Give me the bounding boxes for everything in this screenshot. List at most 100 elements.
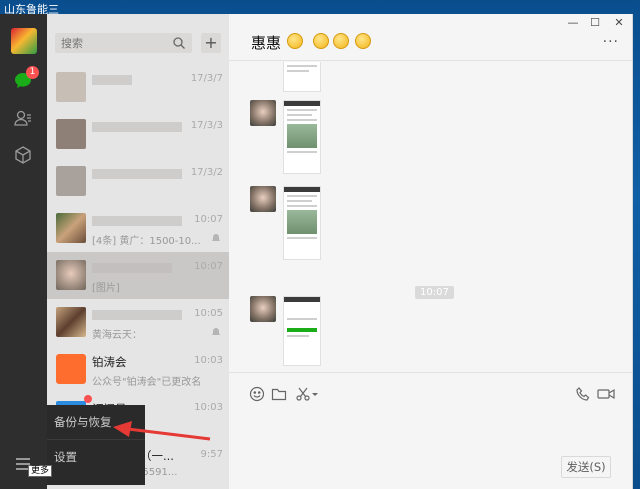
chat-time: 10:03 [194,355,223,366]
chat-time: 10:03 [194,402,223,413]
image-content [287,195,317,197]
image-content [287,151,317,153]
sender-avatar[interactable] [250,100,276,126]
contact-name: 铂涛会 [92,355,127,369]
chat-time: 10:07 [194,214,223,225]
emoji-icon [287,33,303,49]
chat-time: 9:57 [200,449,223,460]
contact-avatar [56,119,86,149]
image-message[interactable] [283,186,321,260]
image-content [287,109,317,111]
chat-preview: 黄海云天： [92,330,142,341]
image-content [287,210,317,234]
contacts-icon [14,110,31,126]
add-chat-button[interactable]: + [201,33,221,53]
annotation-arrow [113,421,211,441]
chat-list-item-selected[interactable]: [图片] 10:07 [47,252,229,299]
contacts-nav-button[interactable] [12,107,34,129]
chat-list-item[interactable]: 17/3/3 [47,111,229,158]
maximize-button[interactable]: ☐ [585,16,605,29]
image-content [287,205,317,207]
image-content [287,237,317,239]
close-button[interactable]: ✕ [609,16,629,29]
chat-time: 10:05 [194,308,223,319]
chat-panel: 惠惠 — ☐ ✕ ··· 10:07 发送(S) [229,14,633,489]
chat-preview: [图片] [92,283,120,294]
message-area[interactable]: 10:07 [229,62,633,372]
emoji-icon [333,33,349,49]
chat-list-item[interactable]: [4条] 黄广：1500-10... 10:07 [47,205,229,252]
group-avatar [56,307,86,337]
image-content [287,200,313,202]
image-content [287,70,309,72]
chat-time: 17/3/2 [190,167,223,178]
image-content [284,297,320,302]
chat-header: 惠惠 — ☐ ✕ ··· [229,14,633,61]
contact-name [92,119,192,133]
image-content [287,328,317,332]
left-nav: 1 [0,14,47,489]
chat-list-item[interactable]: 17/3/2 [47,158,229,205]
minimize-button[interactable]: — [563,16,583,29]
search-box[interactable] [55,33,192,53]
redacted-name [92,168,182,179]
mute-icon [212,234,220,241]
contact-avatar [56,166,86,196]
time-divider: 10:07 [415,286,454,299]
image-message[interactable] [283,100,321,174]
chat-preview: 公众号"铂涛会"已更改名... [92,377,202,388]
chat-list-item[interactable]: 铂涛会 公众号"铂涛会"已更改名... 10:03 [47,346,229,393]
contact-avatar [56,72,86,102]
image-content [287,318,317,320]
platinum-logo-avatar [56,354,86,384]
chat-list-item[interactable]: 17/3/7 [47,64,229,111]
redacted-name [92,74,132,85]
contact-name [92,260,192,274]
emoji-picker-icon[interactable] [249,386,265,402]
wechat-window: 1 + 17/3/7 17/3/3 17/3/2 [0,14,633,489]
emoji-icon [313,33,329,49]
chat-list-item[interactable]: 黄海云天： 10:05 [47,299,229,346]
image-content [287,124,317,148]
redacted-name [92,262,172,273]
window-border [632,14,633,489]
contact-avatar [56,260,86,290]
user-avatar[interactable] [11,28,37,54]
unread-dot [84,395,92,403]
redacted-name [92,309,182,320]
contact-name [92,166,192,180]
chat-title: 惠惠 [251,34,282,52]
sender-avatar[interactable] [250,186,276,212]
image-content [287,119,317,121]
image-content [287,335,309,337]
folder-icon[interactable] [271,386,287,402]
mute-icon [212,328,220,335]
send-button[interactable]: 发送(S) [561,456,611,478]
image-content [284,101,320,106]
redacted-name [92,121,182,132]
chevron-down-icon[interactable] [311,386,319,402]
contact-name [92,307,192,321]
chat-nav-button[interactable]: 1 [12,66,39,92]
image-message[interactable] [283,296,321,366]
contact-name [92,213,192,227]
sender-avatar[interactable] [250,296,276,322]
image-content [287,114,313,116]
video-call-icon[interactable] [597,386,615,402]
group-avatar [56,213,86,243]
more-options-icon[interactable]: ··· [603,34,619,50]
contact-name [92,72,192,86]
collect-nav-button[interactable] [12,144,34,166]
phone-icon[interactable] [575,386,591,402]
more-tooltip: 更多 [28,465,53,477]
chat-time: 10:07 [194,261,223,272]
search-input[interactable] [55,33,167,53]
image-message[interactable] [283,62,321,92]
cube-icon [15,146,31,164]
scissors-icon[interactable] [295,386,311,402]
chat-time: 17/3/3 [190,120,223,131]
image-content [287,65,317,67]
message-input[interactable] [243,416,613,456]
search-icon [173,37,185,49]
emoji-icon [355,33,371,49]
